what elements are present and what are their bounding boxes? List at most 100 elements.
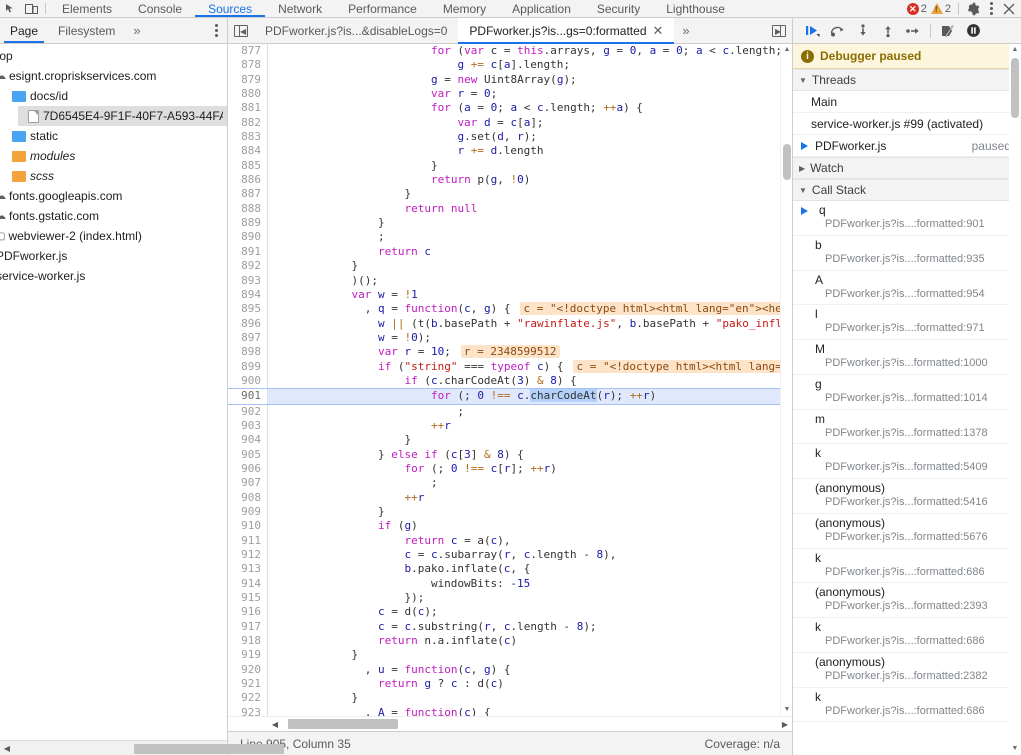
editor-vertical-scroll-thumb[interactable] [783, 144, 791, 180]
code-line-content[interactable]: ; [268, 230, 780, 244]
code-line[interactable]: 896 w || (t(b.basePath + "rawinflate.js"… [228, 316, 780, 331]
file-tree-item[interactable]: modules [2, 146, 227, 166]
step-button[interactable] [901, 20, 924, 42]
line-number[interactable]: 904 [228, 433, 268, 448]
code-line-content[interactable]: g.set(d, r); [268, 130, 780, 144]
line-number[interactable]: 899 [228, 359, 268, 374]
code-line[interactable]: 902 ; [228, 404, 780, 419]
code-line[interactable]: 912 c = c.subarray(r, c.length - 8), [228, 548, 780, 563]
code-line-content[interactable]: ++r [268, 491, 780, 505]
code-line[interactable]: 909 } [228, 505, 780, 520]
call-stack-frame[interactable]: k PDFworker.js?is...:formatted:686 [793, 618, 1021, 653]
call-stack-frame[interactable]: (anonymous) PDFworker.js?is...formatted:5… [793, 514, 1021, 549]
section-header-call-stack[interactable]: Call Stack [793, 179, 1021, 201]
file-tree-item[interactable]: ▢ webviewer-2 (index.html) [0, 226, 227, 246]
editor-horizontal-scrollbar[interactable]: ◀ ▶ [228, 716, 792, 731]
code-line[interactable]: 917 c = c.substring(r, c.length - 8); [228, 619, 780, 635]
file-tree-item[interactable]: ☁ fonts.gstatic.com [0, 206, 227, 226]
code-line[interactable]: 904 } [228, 433, 780, 448]
file-tree-item[interactable]: static [2, 126, 227, 146]
thread-row[interactable]: PDFworker.js paused [793, 135, 1021, 157]
line-number[interactable]: 887 [228, 187, 268, 202]
line-number[interactable]: 923 [228, 705, 268, 716]
code-line[interactable]: 890 ; [228, 230, 780, 245]
code-line-content[interactable]: for (a = 0; a < c.length; ++a) { [268, 101, 780, 115]
editor-tab-close-icon[interactable]: ✕ [653, 24, 664, 37]
code-line-content[interactable]: } [268, 648, 780, 662]
code-line[interactable]: 918 return n.a.inflate(c) [228, 634, 780, 649]
call-stack-frame[interactable]: (anonymous) PDFworker.js?is...formatted:2… [793, 653, 1021, 688]
code-line-content[interactable]: c = c.substring(r, c.length - 8); [268, 620, 780, 634]
code-line-content[interactable]: } [268, 505, 780, 519]
code-line[interactable]: 906 for (; 0 !== c[r]; ++r) [228, 461, 780, 477]
code-line-content[interactable]: , u = function(c, g) { [268, 663, 780, 677]
code-line-content[interactable]: } [268, 433, 780, 447]
call-stack-frame[interactable]: (anonymous) PDFworker.js?is...formatted:5… [793, 479, 1021, 514]
code-line-content[interactable]: ; [268, 476, 780, 490]
code-line[interactable]: 893 )(); [228, 273, 780, 288]
line-number[interactable]: 882 [228, 115, 268, 131]
code-line-content[interactable]: for (var c = this.arrays, g = 0, a = 0; … [268, 44, 780, 58]
call-stack-frame[interactable]: l PDFworker.js?is...:formatted:971 [793, 305, 1021, 340]
step-out-button[interactable] [876, 20, 899, 42]
code-line-content[interactable]: b.pako.inflate(c, { [268, 562, 780, 576]
debugger-scroll-up-arrow-icon[interactable]: ▲ [1009, 44, 1021, 56]
line-number[interactable]: 908 [228, 490, 268, 505]
code-line-content[interactable]: w = !0); [268, 331, 780, 345]
call-stack-frame[interactable]: k PDFworker.js?is...:formatted:686 [793, 688, 1021, 723]
debugger-vertical-scroll-thumb[interactable] [1011, 58, 1019, 118]
call-stack-frame[interactable]: M PDFworker.js?is...formatted:1000 [793, 340, 1021, 375]
line-number[interactable]: 890 [228, 230, 268, 245]
section-header-watch[interactable]: Watch [793, 157, 1021, 179]
line-number[interactable]: 893 [228, 273, 268, 288]
code-editor[interactable]: 877 for (var c = this.arrays, g = 0, a =… [228, 44, 792, 716]
line-number[interactable]: 909 [228, 505, 268, 520]
line-number[interactable]: 888 [228, 201, 268, 217]
scroll-left-arrow-icon[interactable]: ◀ [0, 744, 14, 753]
line-number[interactable]: 905 [228, 447, 268, 462]
code-line[interactable]: 883 g.set(d, r); [228, 130, 780, 145]
code-line[interactable]: 892 } [228, 259, 780, 274]
line-number[interactable]: 883 [228, 130, 268, 145]
tab-sources[interactable]: Sources [195, 0, 266, 17]
editor-scroll-down-arrow-icon[interactable]: ▼ [781, 704, 792, 716]
code-line-content[interactable]: } else if (c[3] & 8) { [268, 448, 780, 462]
line-number[interactable]: 917 [228, 619, 268, 635]
inspect-element-icon[interactable] [4, 2, 18, 15]
line-number[interactable]: 897 [228, 330, 268, 346]
code-line-content[interactable]: } [268, 187, 780, 201]
line-number[interactable]: 901 [228, 389, 268, 404]
tab-elements[interactable]: Elements [49, 0, 125, 17]
file-tree-item[interactable]: ☁ fonts.googleapis.com [0, 186, 227, 206]
code-line-content[interactable]: if ("string" === typeof c) {c = "<!docty… [268, 359, 780, 374]
line-number[interactable]: 911 [228, 533, 268, 549]
nav-tab-page[interactable]: Page [0, 18, 48, 43]
resume-script-execution-button[interactable] [801, 20, 824, 42]
thread-row[interactable]: Main [793, 91, 1021, 113]
line-number[interactable]: 894 [228, 287, 268, 303]
line-number[interactable]: 914 [228, 576, 268, 592]
code-line[interactable]: 919 } [228, 648, 780, 663]
code-line[interactable]: 897 w = !0); [228, 330, 780, 346]
file-tree-item[interactable]: docs/id [2, 86, 227, 106]
line-number[interactable]: 895 [228, 302, 268, 317]
line-number[interactable]: 921 [228, 677, 268, 692]
close-icon[interactable] [1002, 2, 1016, 15]
call-stack-frame[interactable]: b PDFworker.js?is...:formatted:935 [793, 236, 1021, 271]
code-line-content[interactable]: if (g) [268, 519, 780, 533]
code-line[interactable]: 884 r += d.length [228, 144, 780, 159]
line-number[interactable]: 879 [228, 72, 268, 88]
code-line[interactable]: 903 ++r [228, 418, 780, 434]
line-number[interactable]: 919 [228, 648, 268, 663]
code-line[interactable]: 900 if (c.charCodeAt(3) & 8) { [228, 373, 780, 389]
line-number[interactable]: 922 [228, 691, 268, 706]
tab-application[interactable]: Application [499, 0, 584, 17]
line-number[interactable]: 889 [228, 216, 268, 231]
line-number[interactable]: 907 [228, 476, 268, 491]
code-line[interactable]: 920 , u = function(c, g) { [228, 662, 780, 678]
line-number[interactable]: 878 [228, 58, 268, 73]
editor-hscroll-left-arrow-icon[interactable]: ◀ [268, 720, 282, 729]
line-number[interactable]: 884 [228, 144, 268, 159]
debugger-scroll-down-arrow-icon[interactable]: ▼ [1009, 743, 1021, 755]
code-line[interactable]: 911 return c = a(c), [228, 533, 780, 549]
